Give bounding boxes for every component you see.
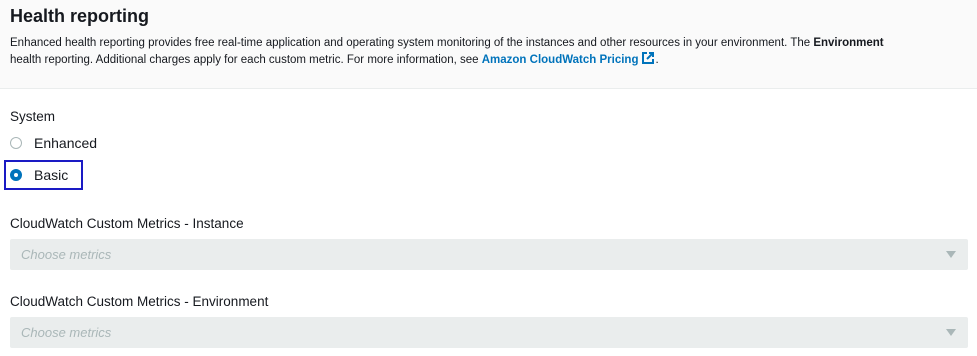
health-reporting-page: Health reporting Enhanced health reporti… [0, 0, 977, 356]
system-label: System [10, 109, 56, 124]
caret-down-icon [946, 329, 956, 336]
instance-metrics-placeholder: Choose metrics [21, 247, 112, 262]
radio-basic-label: Basic [34, 167, 69, 183]
caret-down-icon [946, 251, 956, 258]
section-title: Health reporting [10, 6, 150, 26]
health-reporting-header: Health reporting Enhanced health reporti… [0, 0, 977, 89]
instance-metrics-label: CloudWatch Custom Metrics - Instance [10, 216, 244, 231]
radio-basic-indicator[interactable] [10, 169, 22, 181]
instance-metrics-select[interactable]: Choose metrics [10, 239, 968, 270]
external-link-icon[interactable] [641, 51, 655, 70]
radio-basic[interactable]: Basic [10, 165, 68, 185]
environment-metrics-label: CloudWatch Custom Metrics - Environment [10, 294, 269, 309]
radio-enhanced-indicator[interactable] [10, 137, 22, 149]
description-line-2: health reporting. Additional charges app… [10, 51, 977, 70]
radio-enhanced[interactable]: Enhanced [10, 133, 97, 153]
description-bold: Environment [813, 37, 884, 49]
section-description: Enhanced health reporting provides free … [10, 36, 977, 70]
description-suffix: . [655, 54, 659, 66]
environment-metrics-select[interactable]: Choose metrics [10, 317, 968, 348]
cloudwatch-pricing-link[interactable]: Amazon CloudWatch Pricing [482, 54, 639, 66]
environment-metrics-placeholder: Choose metrics [21, 325, 112, 340]
description-text-2: health reporting. Additional charges app… [10, 54, 482, 66]
description-line-1: Enhanced health reporting provides free … [10, 36, 977, 51]
radio-enhanced-label: Enhanced [34, 135, 98, 151]
description-text-1: Enhanced health reporting provides free … [10, 37, 814, 49]
